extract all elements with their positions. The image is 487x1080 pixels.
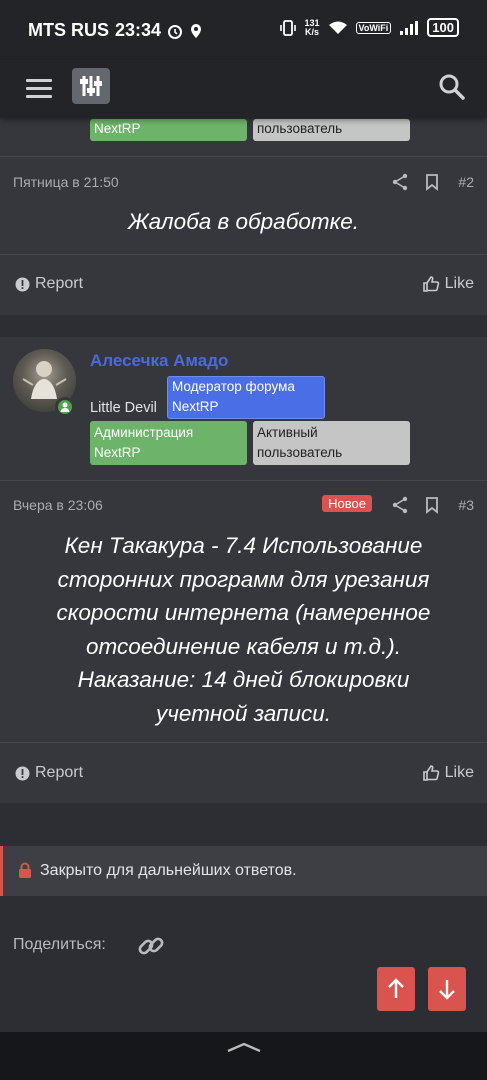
share-label: Поделиться:: [13, 936, 106, 953]
battery-indicator: 100: [427, 18, 459, 37]
username-link[interactable]: Алесечка Амадо: [90, 351, 228, 371]
post-number[interactable]: #2: [458, 174, 474, 190]
report-label: Report: [35, 764, 84, 781]
alarm-icon: [168, 24, 183, 39]
report-button[interactable]: Report: [15, 764, 83, 782]
bookmark-icon[interactable]: [423, 173, 441, 191]
tag-line: Модератор форума: [172, 379, 295, 394]
divider: [0, 254, 487, 255]
app-bar: [0, 60, 487, 118]
scroll-down-button[interactable]: [428, 967, 466, 1011]
thread-closed-notice: Закрыто для дальнейших ответов.: [0, 846, 487, 896]
tag-line: Активный: [257, 425, 318, 440]
tag-line: пользователь: [257, 445, 343, 460]
bookmark-icon[interactable]: [423, 496, 441, 514]
link-icon[interactable]: [136, 931, 166, 961]
vowifi-badge: VoWiFi: [355, 21, 392, 34]
thumbs-up-icon: [422, 276, 439, 292]
share-icon[interactable]: [391, 496, 409, 514]
signal-icon: [400, 20, 419, 35]
share-icon[interactable]: [391, 173, 409, 191]
post-number[interactable]: #3: [458, 497, 474, 513]
location-icon: [191, 23, 202, 38]
arrow-down-icon: [439, 980, 455, 1000]
like-label: Like: [444, 764, 474, 781]
post-message: Жалоба в обработке.: [127, 209, 359, 234]
alert-circle-icon: [15, 766, 30, 780]
post-message-line: учетной записи.: [156, 700, 331, 726]
online-indicator-icon: [55, 397, 75, 417]
status-right: 131 K/s VoWiFi 100: [279, 18, 459, 37]
new-badge: Новое: [322, 495, 372, 512]
filter-sliders-icon[interactable]: [72, 68, 110, 104]
post-message-line: сторонних программ для урезания: [57, 566, 430, 592]
tag-line: NextRP: [94, 445, 141, 460]
report-label: Report: [35, 275, 84, 292]
clock: 23:34: [115, 20, 162, 40]
post-card: Алесечка Амадо Little Devil Модератор фо…: [0, 337, 487, 803]
like-button[interactable]: Like: [422, 275, 474, 293]
user-group-tag: Администрация NextRP: [90, 421, 247, 465]
search-icon[interactable]: [437, 72, 467, 102]
status-left: MTS RUS 23:34: [28, 20, 203, 41]
like-button[interactable]: Like: [422, 764, 474, 782]
status-bar: MTS RUS 23:34 131 K/s VoWiFi 100: [0, 0, 487, 60]
lock-icon: [19, 862, 31, 878]
closed-notice-text: Закрыто для дальнейших ответов.: [40, 862, 297, 879]
like-label: Like: [444, 275, 474, 292]
divider: [0, 480, 487, 481]
user-group-tag: NextRP: [90, 119, 247, 141]
post-message-line: Кен Такакура - 7.4 Использование: [64, 533, 423, 558]
tag-line: NextRP: [172, 399, 219, 414]
net-speed-unit: K/s: [305, 26, 320, 37]
arrow-up-icon: [388, 978, 404, 998]
user-title: Little Devil: [90, 400, 157, 416]
thumbs-up-icon: [422, 765, 439, 781]
post-date[interactable]: Вчера в 23:06: [13, 497, 103, 513]
post-card: NextRP пользователь Пятница в 21:50 #2 Ж…: [0, 118, 487, 315]
post-message-line: скорости интернета (намеренное: [56, 600, 431, 625]
tag-line: Администрация: [94, 425, 194, 440]
post-message-line: Наказание: 14 дней блокировки: [77, 667, 410, 692]
gesture-chevron-icon[interactable]: [226, 1042, 262, 1052]
post-message: Кен Такакура - 7.4 Использование сторонн…: [20, 529, 467, 730]
hamburger-menu-icon[interactable]: [24, 76, 54, 102]
divider: [0, 156, 487, 157]
report-button[interactable]: Report: [15, 275, 83, 293]
alert-circle-icon: [15, 277, 30, 291]
user-group-tag: Активный пользователь: [253, 421, 410, 465]
vibrate-icon: [279, 19, 296, 36]
divider: [0, 742, 487, 743]
system-nav-bar: [0, 1032, 487, 1080]
post-date[interactable]: Пятница в 21:50: [13, 174, 119, 190]
scroll-up-button[interactable]: [377, 967, 415, 1011]
carrier-label: MTS RUS: [28, 20, 109, 40]
user-group-tag: Модератор форума NextRP: [167, 376, 325, 419]
user-group-tag: пользователь: [253, 119, 410, 141]
wifi-icon: [328, 21, 347, 34]
post-message-line: отсоединение кабеля и т.д.).: [86, 633, 401, 659]
